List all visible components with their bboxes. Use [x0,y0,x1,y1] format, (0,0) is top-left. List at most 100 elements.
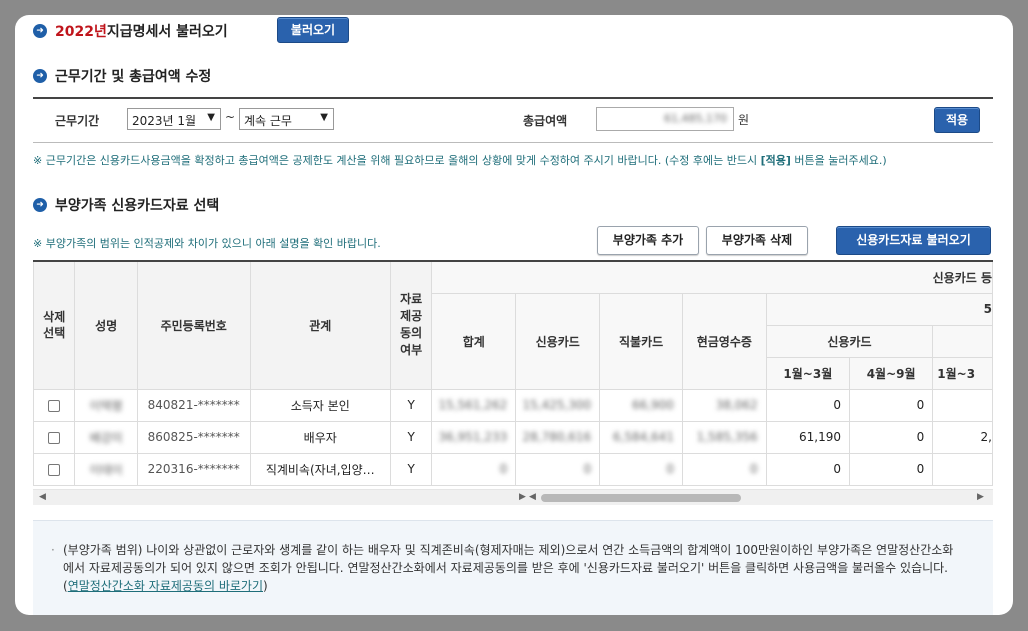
row-credit: 0 [583,462,592,476]
row-m4-9: 0 [848,388,934,422]
load-statement-button[interactable]: 불러오기 [277,17,349,43]
row-relation: 소득자 본인 [249,388,391,422]
row-m1-3: 0 [765,388,850,422]
row-debit: 6,584,641 [612,430,674,444]
row-m1-3b: 2, [932,420,993,454]
col-total: 합계 [431,292,517,390]
col-cash-receipt: 현금영수증 [681,292,767,390]
consent-shortcut-link[interactable]: 연말정산간소화 자료제공동의 바로가기 [68,579,263,593]
main-panel: ➜ 2022년 지급명세서 불러오기 불러오기 ➜ 근무기간 및 총급여액 수정… [15,15,1013,615]
end-month-select[interactable]: 계속 근무 ▼ [239,108,334,130]
row-consent: Y [389,420,433,454]
row-consent: Y [389,452,433,486]
row-name: 이택평 [89,398,123,413]
load-statement-label: 지급명세서 불러오기 [106,24,228,40]
start-month-value: 2023년 1월 [132,114,197,128]
scroll-right-icon[interactable]: ▶ [977,492,984,502]
row-cash: 38,062 [715,398,758,412]
tilde-label: ~ [225,110,236,124]
col-m1-3b: 1월~3 [932,356,993,390]
row-credit: 28,780,616 [522,430,592,444]
row-debit: 66,900 [631,398,674,412]
row-cash: 1,585,356 [696,430,758,444]
row-m1-3: 0 [765,452,850,486]
row-relation: 직계비속(자녀,입양… [249,452,391,486]
row-relation: 배우자 [249,420,391,454]
col-sub-credit: 신용카드 [765,324,934,358]
table-row: 이태이 220316-******* 직계비속(자녀,입양… Y 0 0 0 0… [33,452,993,486]
scroll-thumb[interactable] [541,494,741,502]
delete-dependent-button[interactable]: 부양가족 삭제 [706,226,808,255]
apply-button[interactable]: 적용 [934,107,980,133]
row-resident-no: 840821-******* [147,398,240,412]
row-m4-9: 0 [848,420,934,454]
table-row: 배강미 860825-******* 배우자 Y 36,951,233 28,7… [33,420,993,454]
col-five: 5 [765,292,993,326]
chevron-down-icon: ▼ [207,112,215,123]
period-section-label: 근무기간 및 총급여액 수정 [55,69,212,85]
info-bullet: · [51,543,55,557]
row-checkbox[interactable] [48,431,61,444]
period-section-title: ➜ 근무기간 및 총급여액 수정 [33,66,211,86]
salary-label: 총급여액 [523,114,568,128]
row-m1-3b [932,388,993,422]
add-dependent-button[interactable]: 부양가족 추가 [597,226,699,255]
row-resident-no: 860825-******* [147,430,240,444]
period-note: ※ 근무기간은 신용카드사용금액을 확정하고 총급여액은 공제한도 계산을 위해… [33,152,887,168]
col-m1-3: 1월~3월 [765,356,850,390]
col-delete-select: 삭제 선택 [33,260,76,390]
col-relation: 관계 [249,260,391,390]
table-viewport: 삭제 선택 성명 주민등록번호 관계 자료 제공 동의 여부 신용카드 등 합계… [33,260,993,490]
row-total: 15,561,262 [438,398,508,412]
col-resident-no: 주민등록번호 [136,260,251,390]
row-select-cell [33,420,76,454]
horizontal-scrollbar[interactable]: ◀ ▶ ◀ ▶ [33,489,993,505]
arrow-bullet-icon: ➜ [33,24,47,38]
scroll-left-icon[interactable]: ◀ [529,492,536,502]
salary-value: 61,485,170 [664,112,727,125]
row-m1-3: 61,190 [765,420,850,454]
dependent-note: ※ 부양가족의 범위는 인적공제와 차이가 있으니 아래 설명을 확인 바랍니다… [33,237,381,250]
dependent-section-label: 부양가족 신용카드자료 선택 [55,198,220,214]
scroll-right-icon[interactable]: ▶ [519,492,526,502]
period-note-suffix: 버튼을 눌러주세요.) [790,154,887,167]
row-checkbox[interactable] [48,399,61,412]
row-total: 0 [499,462,508,476]
arrow-bullet-icon: ➜ [33,69,47,83]
period-label: 근무기간 [55,114,100,128]
dependent-section-title: ➜ 부양가족 신용카드자료 선택 [33,195,219,215]
col-sub-extra [932,324,993,358]
row-select-cell [33,388,76,422]
col-credit-card: 신용카드 [515,292,601,390]
period-form: 근무기간 2023년 1월 ▼ ~ 계속 근무 ▼ 총급여액 61,485,17… [33,97,993,143]
col-name: 성명 [74,260,138,390]
row-total: 36,951,233 [438,430,508,444]
row-select-cell [33,452,76,486]
row-name: 이태이 [89,462,123,477]
year-label: 2022년 [55,24,107,40]
load-statement-title: ➜ 2022년 지급명세서 불러오기 [33,21,228,41]
row-name: 배강미 [89,430,123,445]
arrow-bullet-icon: ➜ [33,198,47,212]
start-month-select[interactable]: 2023년 1월 ▼ [127,108,221,130]
info-box: · (부양가족 범위) 나이와 상관없이 근로자와 생계를 같이 하는 배우자 … [33,520,993,615]
row-credit: 15,425,300 [522,398,592,412]
row-m1-3b [932,452,993,486]
info-text-end: ) [263,579,268,593]
end-month-value: 계속 근무 [244,114,292,128]
row-checkbox[interactable] [48,463,61,476]
row-consent: Y [389,388,433,422]
table-row: 이택평 840821-******* 소득자 본인 Y 15,561,262 1… [33,388,993,422]
row-m4-9: 0 [848,452,934,486]
load-card-data-button[interactable]: 신용카드자료 불러오기 [836,226,991,255]
dependent-table: 삭제 선택 성명 주민등록번호 관계 자료 제공 동의 여부 신용카드 등 합계… [33,260,993,486]
row-cash: 0 [750,462,758,476]
currency-unit: 원 [738,113,750,127]
info-text: · (부양가족 범위) 나이와 상관없이 근로자와 생계를 같이 하는 배우자 … [51,541,963,595]
salary-input[interactable]: 61,485,170 [596,107,734,131]
row-resident-no: 220316-******* [147,462,240,476]
period-note-bold: [적용] [760,154,791,167]
scroll-left-icon[interactable]: ◀ [39,492,46,502]
col-consent: 자료 제공 동의 여부 [389,260,433,390]
period-note-text: ※ 근무기간은 신용카드사용금액을 확정하고 총급여액은 공제한도 계산을 위해… [33,154,761,167]
